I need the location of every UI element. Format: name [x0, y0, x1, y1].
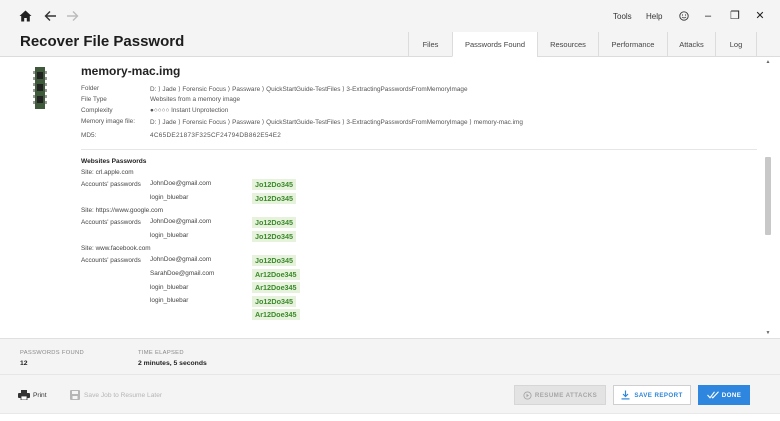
save-report-label: SAVE REPORT [634, 391, 683, 399]
meta-label-file-type: File Type [81, 96, 107, 103]
passwords-found-label: PASSWORDS FOUND [20, 350, 84, 356]
bottom-edge [0, 413, 780, 421]
done-button[interactable]: DONE [698, 385, 750, 405]
accounts-label: Accounts' passwords [81, 219, 141, 226]
header: Recover File Password Files Passwords Fo… [0, 32, 780, 57]
tab-files[interactable]: Files [408, 32, 452, 57]
memory-chip-icon [33, 67, 47, 109]
login-name: JohnDoe@gmail.com [150, 256, 212, 263]
save-report-button[interactable]: SAVE REPORT [613, 385, 691, 405]
password-value[interactable]: Jo12Do345 [252, 179, 296, 190]
login-name: login_bluebar [150, 232, 189, 239]
password-value[interactable]: Jo12Do345 [252, 193, 296, 204]
meta-label-memory-image: Memory image file: [81, 118, 135, 125]
tab-log[interactable]: Log [715, 32, 757, 57]
printer-icon [18, 390, 30, 400]
meta-label-folder: Folder [81, 85, 100, 92]
arrow-right-icon[interactable] [64, 8, 80, 24]
login-name: JohnDoe@gmail.com [150, 180, 212, 187]
file-name: memory-mac.img [81, 64, 181, 78]
time-elapsed-label: TIME ELAPSED [138, 350, 184, 356]
home-icon[interactable] [17, 8, 33, 24]
password-value[interactable]: Ar12Doe345 [252, 282, 300, 293]
scroll-up-icon[interactable]: ▲ [765, 59, 771, 65]
tab-bar: Files Passwords Found Resources Performa… [408, 32, 757, 57]
status-bar: PASSWORDS FOUND 12 TIME ELAPSED 2 minute… [0, 338, 780, 374]
meta-label-complexity: Complexity [81, 107, 113, 114]
password-value[interactable]: Jo12Do345 [252, 296, 296, 307]
site-label: Site: www.facebook.com [81, 245, 151, 252]
resume-icon [523, 390, 532, 400]
passwords-found-value: 12 [20, 360, 28, 367]
menu-tools[interactable]: Tools [613, 12, 632, 21]
print-label: Print [33, 391, 47, 399]
meta-value-md5: 4C65DE21873F325CF24794DB862E54E2 [150, 132, 282, 139]
smiley-icon[interactable] [676, 7, 692, 25]
tab-attacks[interactable]: Attacks [667, 32, 715, 57]
login-name: login_bluebar [150, 194, 189, 201]
meta-value-complexity: ●○○○○ Instant Unprotection [150, 107, 229, 114]
password-value[interactable]: Ar12Doe345 [252, 269, 300, 280]
accounts-label: Accounts' passwords [81, 181, 141, 188]
results-panel: memory-mac.img Folder D: ⟩ Jade ⟩ Forens… [0, 57, 772, 338]
accounts-label: Accounts' passwords [81, 257, 141, 264]
close-button[interactable]: ✕ [752, 7, 768, 25]
tab-performance[interactable]: Performance [598, 32, 667, 57]
password-value[interactable]: Ar12Doe345 [252, 309, 300, 320]
tab-resources[interactable]: Resources [537, 32, 598, 57]
time-elapsed-value: 2 minutes, 5 seconds [138, 360, 207, 367]
done-label: DONE [721, 391, 742, 399]
title-bar: Tools Help – ❐ ✕ [0, 0, 780, 32]
password-value[interactable]: Jo12Do345 [252, 231, 296, 242]
print-button[interactable]: Print [18, 389, 47, 401]
login-name: login_bluebar [150, 297, 189, 304]
meta-value-folder: D: ⟩ Jade ⟩ Forensic Focus ⟩ Passware ⟩ … [150, 86, 468, 93]
meta-value-file-type: Websites from a memory image [150, 96, 241, 103]
login-name: SarahDoe@gmail.com [150, 270, 215, 277]
login-name: login_bluebar [150, 284, 189, 291]
tab-passwords-found[interactable]: Passwords Found [452, 32, 537, 57]
site-label: Site: crl.apple.com [81, 169, 134, 176]
action-bar: Print Save Job to Resume Later RESUME AT… [0, 374, 780, 413]
resume-attacks-label: RESUME ATTACKS [534, 391, 598, 399]
site-label: Site: https://www.google.com [81, 207, 164, 214]
login-name: JohnDoe@gmail.com [150, 218, 212, 225]
double-check-icon [706, 391, 719, 399]
floppy-icon [70, 390, 80, 400]
menu-help[interactable]: Help [646, 12, 662, 21]
arrow-left-icon[interactable] [42, 8, 58, 24]
meta-label-md5: MD5: [81, 132, 97, 139]
divider [81, 149, 757, 150]
password-value[interactable]: Jo12Do345 [252, 255, 296, 266]
password-value[interactable]: Jo12Do345 [252, 217, 296, 228]
maximize-button[interactable]: ❐ [727, 7, 743, 25]
save-job-label: Save Job to Resume Later [84, 391, 163, 399]
save-job-button[interactable]: Save Job to Resume Later [70, 389, 162, 401]
meta-value-memory-image: D: ⟩ Jade ⟩ Forensic Focus ⟩ Passware ⟩ … [150, 119, 523, 126]
resume-attacks-button[interactable]: RESUME ATTACKS [514, 385, 606, 405]
websites-section-title: Websites Passwords [81, 158, 147, 165]
minimize-button[interactable]: – [700, 7, 716, 25]
scroll-down-icon[interactable]: ▼ [765, 330, 771, 336]
scroll-thumb[interactable] [765, 157, 771, 235]
page-title: Recover File Password [20, 33, 185, 50]
scrollbar[interactable]: ▲ ▼ [764, 57, 772, 338]
download-icon [621, 390, 630, 400]
